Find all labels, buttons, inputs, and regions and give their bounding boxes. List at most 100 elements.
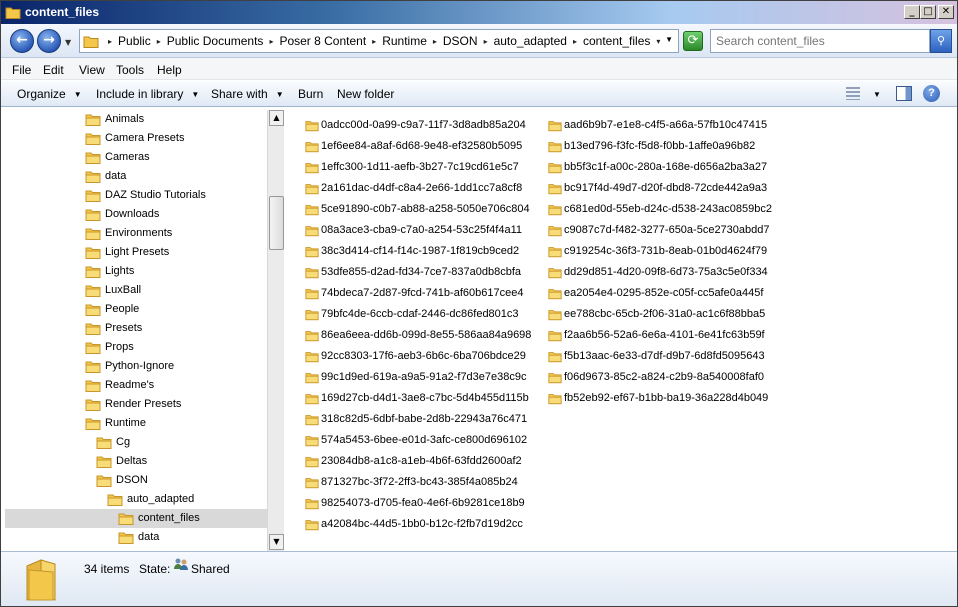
back-button[interactable]: ← bbox=[10, 29, 34, 53]
folder-icon bbox=[85, 399, 101, 411]
nav-tree-label: Light Presets bbox=[105, 246, 170, 258]
chevron-right-icon[interactable]: ▸ bbox=[433, 37, 437, 46]
new-folder-button[interactable]: New folder bbox=[337, 87, 394, 101]
address-bar[interactable]: ▸ Public ▸ Public Documents ▸ Poser 8 Content… bbox=[79, 29, 679, 53]
breadcrumb-item[interactable]: Runtime bbox=[382, 34, 427, 48]
chevron-right-icon[interactable]: ▸ bbox=[108, 37, 112, 46]
nav-tree-item[interactable]: data bbox=[5, 167, 267, 186]
folder-icon bbox=[305, 184, 319, 195]
folder-name: 99c1d9ed-619a-a9a5-91a2-f7d3e7e38c9c bbox=[321, 371, 527, 383]
nav-tree-item[interactable]: Python-Ignore bbox=[5, 357, 267, 376]
menu-help[interactable]: Help bbox=[157, 63, 182, 77]
nav-tree-item[interactable]: Animals bbox=[5, 110, 267, 129]
file-list[interactable]: 0adcc00d-0a99-c9a7-11f7-3d8adb85a204 1ef6… bbox=[285, 110, 957, 551]
breadcrumb-item[interactable]: DSON bbox=[443, 34, 478, 48]
folder-icon bbox=[305, 373, 319, 384]
nav-tree-label: Deltas bbox=[116, 455, 148, 467]
nav-tree-item[interactable]: Light Presets bbox=[5, 243, 267, 262]
folder-icon bbox=[96, 437, 112, 449]
menu-file[interactable]: File bbox=[12, 63, 31, 77]
nav-tree-item[interactable]: content_files bbox=[5, 509, 267, 528]
nav-tree-item[interactable]: Runtime bbox=[5, 414, 267, 433]
scroll-thumb[interactable] bbox=[269, 196, 284, 250]
folder-icon bbox=[85, 361, 101, 373]
nav-scrollbar[interactable]: ▲ ▼ bbox=[267, 110, 284, 551]
folder-name: 0adcc00d-0a99-c9a7-11f7-3d8adb85a204 bbox=[321, 119, 526, 131]
folder-icon bbox=[305, 520, 319, 531]
preview-pane-icon[interactable] bbox=[896, 86, 912, 101]
nav-tree-item[interactable]: Downloads bbox=[5, 205, 267, 224]
breadcrumb-item[interactable]: content_files bbox=[583, 34, 650, 48]
forward-button[interactable]: → bbox=[37, 29, 61, 53]
folder-icon bbox=[85, 342, 101, 354]
menu-edit[interactable]: Edit bbox=[43, 63, 64, 77]
search-input[interactable] bbox=[710, 29, 930, 53]
breadcrumb-item[interactable]: Poser 8 Content bbox=[279, 34, 366, 48]
share-with-button[interactable]: Share with ▼ bbox=[211, 87, 284, 101]
help-icon[interactable]: ? bbox=[923, 85, 940, 102]
nav-tree-item[interactable]: Props bbox=[5, 338, 267, 357]
nav-tree-item[interactable]: DAZ Studio Tutorials bbox=[5, 186, 267, 205]
view-options-icon[interactable] bbox=[846, 87, 860, 100]
burn-button[interactable]: Burn bbox=[298, 87, 323, 101]
nav-tree-item[interactable]: Lights bbox=[5, 262, 267, 281]
scroll-up-arrow[interactable]: ▲ bbox=[269, 110, 284, 126]
organize-button[interactable]: Organize ▼ bbox=[17, 87, 82, 101]
nav-tree-item[interactable]: LuxBall bbox=[5, 281, 267, 300]
window-title: content_files bbox=[25, 5, 100, 19]
refresh-button[interactable]: ⟳ bbox=[683, 31, 703, 51]
menu-tools[interactable]: Tools bbox=[116, 63, 144, 77]
nav-tree-item[interactable]: Render Presets bbox=[5, 395, 267, 414]
folder-icon bbox=[305, 247, 319, 258]
chevron-right-icon[interactable]: ▸ bbox=[372, 37, 376, 46]
folder-name: 169d27cb-d4d1-3ae8-c7bc-5d4b455d115b bbox=[321, 392, 529, 404]
folder-name: 79bfc4de-6ccb-cdaf-2446-dc86fed801c3 bbox=[321, 308, 519, 320]
folder-icon bbox=[85, 304, 101, 316]
folder-name: c681ed0d-55eb-d24c-d538-243ac0859bc2 bbox=[564, 203, 772, 215]
folder-icon bbox=[96, 456, 112, 468]
chevron-right-icon[interactable]: ▸ bbox=[157, 37, 161, 46]
chevron-right-icon[interactable]: ▸ bbox=[269, 37, 273, 46]
scroll-down-arrow[interactable]: ▼ bbox=[269, 534, 284, 550]
nav-tree-label: Props bbox=[105, 341, 134, 353]
nav-tree-item[interactable]: People bbox=[5, 300, 267, 319]
nav-tree-item[interactable]: Cg bbox=[5, 433, 267, 452]
nav-tree-label: Cg bbox=[116, 436, 131, 448]
folder-icon bbox=[305, 352, 319, 363]
folder-icon bbox=[26, 559, 56, 601]
search-icon[interactable]: ⚲ bbox=[930, 29, 952, 53]
close-button[interactable]: ✕ bbox=[938, 5, 954, 19]
nav-tree-item[interactable]: Readme's bbox=[5, 376, 267, 395]
chevron-down-icon[interactable]: ▼ bbox=[873, 90, 881, 99]
title-bar[interactable]: content_files _ □ ✕ bbox=[1, 1, 957, 24]
folder-name: 1effc300-1d11-aefb-3b27-7c19cd61e5c7 bbox=[321, 161, 519, 173]
minimize-button[interactable]: _ bbox=[904, 5, 920, 19]
breadcrumb-item[interactable]: Public Documents bbox=[167, 34, 264, 48]
menu-view[interactable]: View bbox=[79, 63, 105, 77]
maximize-button[interactable]: □ bbox=[920, 5, 936, 19]
chevron-right-icon[interactable]: ▸ bbox=[573, 37, 577, 46]
folder-icon bbox=[5, 7, 21, 19]
folder-icon bbox=[83, 36, 99, 48]
nav-tree-item[interactable]: Camera Presets bbox=[5, 129, 267, 148]
navigation-pane[interactable]: Animals Camera Presets Cameras data DAZ Stud… bbox=[5, 110, 267, 551]
folder-name: 23084db8-a1c8-a1eb-4b6f-63fdd2600af2 bbox=[321, 455, 522, 467]
folder-icon bbox=[305, 142, 319, 153]
breadcrumb-item[interactable]: auto_adapted bbox=[494, 34, 567, 48]
nav-tree-item[interactable]: Deltas bbox=[5, 452, 267, 471]
nav-tree-item[interactable]: DSON bbox=[5, 471, 267, 490]
recent-pages-dropdown[interactable]: ▼ bbox=[65, 38, 71, 47]
include-in-library-button[interactable]: Include in library ▼ bbox=[96, 87, 199, 101]
nav-tree-item[interactable]: auto_adapted bbox=[5, 490, 267, 509]
nav-tree-item[interactable]: Presets bbox=[5, 319, 267, 338]
folder-name: c9087c7d-f482-3277-650a-5ce2730abdd7 bbox=[564, 224, 770, 236]
nav-tree-item[interactable]: Environments bbox=[5, 224, 267, 243]
folder-icon bbox=[85, 323, 101, 335]
chevron-right-icon[interactable]: ▸ bbox=[484, 37, 488, 46]
nav-tree-item[interactable]: Cameras bbox=[5, 148, 267, 167]
breadcrumb-item[interactable]: Public bbox=[118, 34, 151, 48]
chevron-down-icon[interactable]: ▾ bbox=[656, 37, 660, 46]
address-dropdown[interactable]: ▼ bbox=[665, 35, 673, 44]
nav-tree-item[interactable]: data bbox=[5, 528, 267, 547]
state-label: State: bbox=[139, 562, 171, 576]
